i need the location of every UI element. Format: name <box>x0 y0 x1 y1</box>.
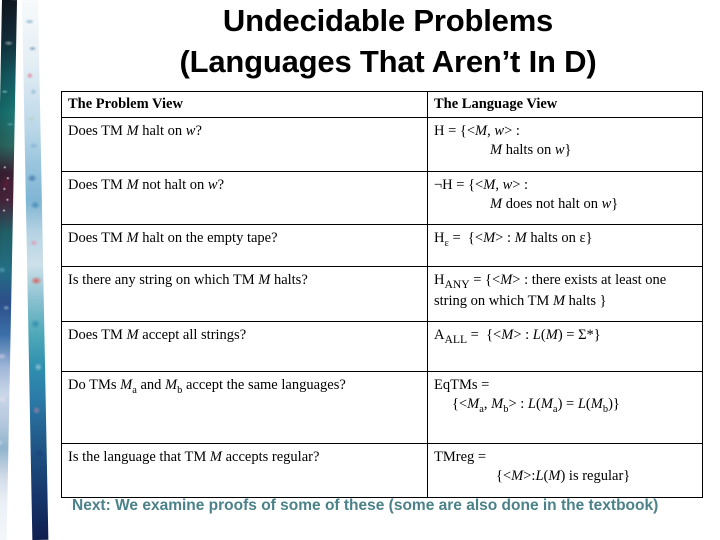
language-cell-halt-on-w: H = {<M, w> :M halts on w} <box>427 117 703 173</box>
table-row: Does TM M not halt on w? ¬H = {<M, w> :M… <box>61 171 703 226</box>
problem-cell-halt-on-w: Does TM M halt on w? <box>61 117 428 173</box>
language-cell-equivalent-tms: EqTMs = {<Ma, Mb> : L(Ma) = L(Mb)} <box>427 371 703 445</box>
title-line-1: Undecidable Problems <box>222 3 554 38</box>
language-cell-not-halt-on-w: ¬H = {<M, w> :M does not halt on w} <box>427 171 703 226</box>
problem-cell-accept-all-strings: Does TM M accept all strings? <box>61 321 428 373</box>
table-row: Is the language that TM M accepts regula… <box>61 443 703 499</box>
table-row: Does TM M accept all strings? AALL = {<M… <box>61 321 703 373</box>
table-row: Is there any string on which TM M halts?… <box>61 266 703 323</box>
problem-cell-any-string-halts: Is there any string on which TM M halts? <box>61 266 428 323</box>
table-row: Do TMs Ma and Mb accept the same languag… <box>61 371 703 445</box>
problem-cell-not-halt-on-w: Does TM M not halt on w? <box>61 171 428 226</box>
language-cell-accept-all-strings: AALL = {<M> : L(M) = Σ*} <box>427 321 703 373</box>
column-header-problem-view: The Problem View <box>61 90 428 119</box>
problem-cell-regular-language: Is the language that TM M accepts regula… <box>61 443 428 499</box>
table-row: Does TM M halt on w? H = {<M, w> :M halt… <box>61 117 703 173</box>
column-header-language-view: The Language View <box>427 90 703 119</box>
decorative-strip-light <box>22 0 49 540</box>
decorative-strip-dark <box>0 0 17 540</box>
page-title: Undecidable Problems (Languages That Are… <box>58 0 718 82</box>
problem-cell-equivalent-tms: Do TMs Ma and Mb accept the same languag… <box>61 371 428 445</box>
table-row: Does TM M halt on the empty tape? Hε = {… <box>61 224 703 268</box>
next-steps-caption: Next: We examine proofs of some of these… <box>72 497 659 514</box>
language-cell-any-string-halts: HANY = {<M> : there exists at least one … <box>427 266 703 323</box>
undecidable-problems-table: The Problem View The Language View Does … <box>61 90 703 499</box>
language-cell-halt-empty-tape: Hε = {<M> : M halts on ε} <box>427 224 703 268</box>
title-line-2: (Languages That Aren’t In D) <box>179 44 597 79</box>
table-header-row: The Problem View The Language View <box>61 90 703 119</box>
language-cell-regular-language: TMreg = {<M>:L(M) is regular} <box>427 443 703 499</box>
problem-cell-halt-empty-tape: Does TM M halt on the empty tape? <box>61 224 428 268</box>
